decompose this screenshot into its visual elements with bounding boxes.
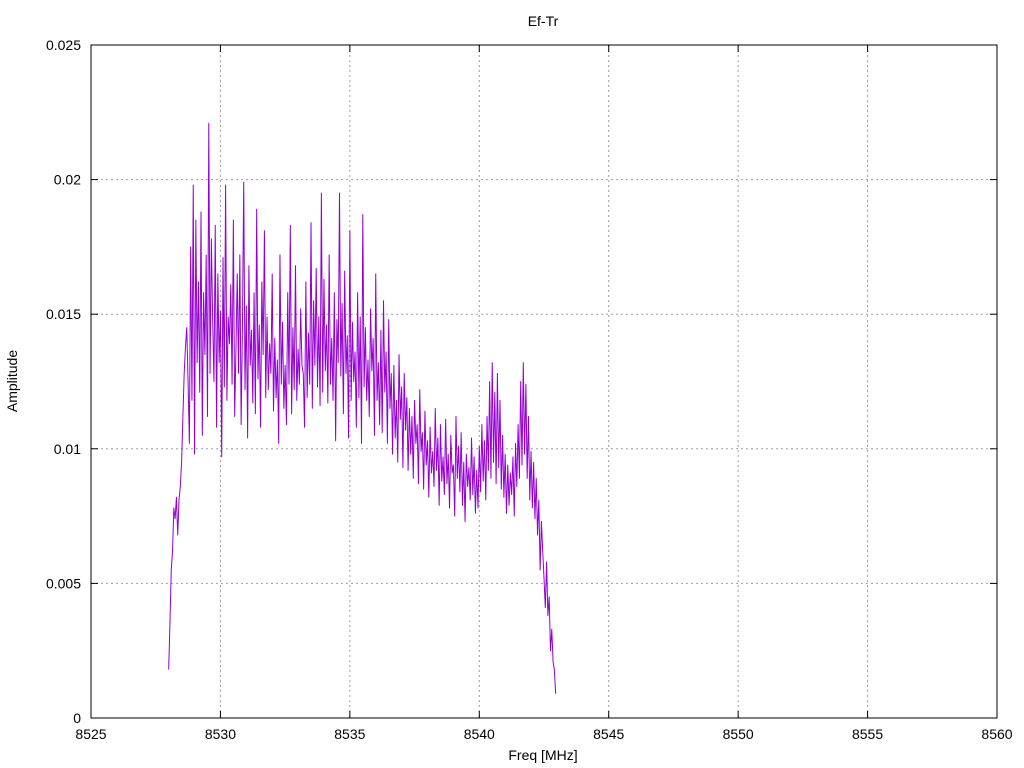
y-tick-label: 0.025 [46,37,81,53]
y-tick-label: 0.015 [46,306,81,322]
x-tick-label: 8530 [205,726,236,742]
y-tick-label: 0.02 [54,172,81,188]
chart-background [0,0,1024,768]
chart-title: Ef-Tr [528,13,559,29]
y-axis-title: Amplitude [4,350,20,412]
y-tick-label: 0.005 [46,575,81,591]
x-tick-label: 8555 [852,726,883,742]
x-tick-label: 8535 [334,726,365,742]
y-tick-label: 0.01 [54,441,81,457]
x-axis-title: Freq [MHz] [508,747,577,763]
x-tick-label: 8560 [981,726,1012,742]
y-tick-label: 0 [73,710,81,726]
x-tick-label: 8525 [75,726,106,742]
x-tick-label: 8545 [593,726,624,742]
line-chart: 8525 8530 8535 8540 8545 8550 8555 8560 0 0.005 0… [0,0,1024,768]
x-tick-label: 8540 [464,726,495,742]
x-tick-label: 8550 [723,726,754,742]
